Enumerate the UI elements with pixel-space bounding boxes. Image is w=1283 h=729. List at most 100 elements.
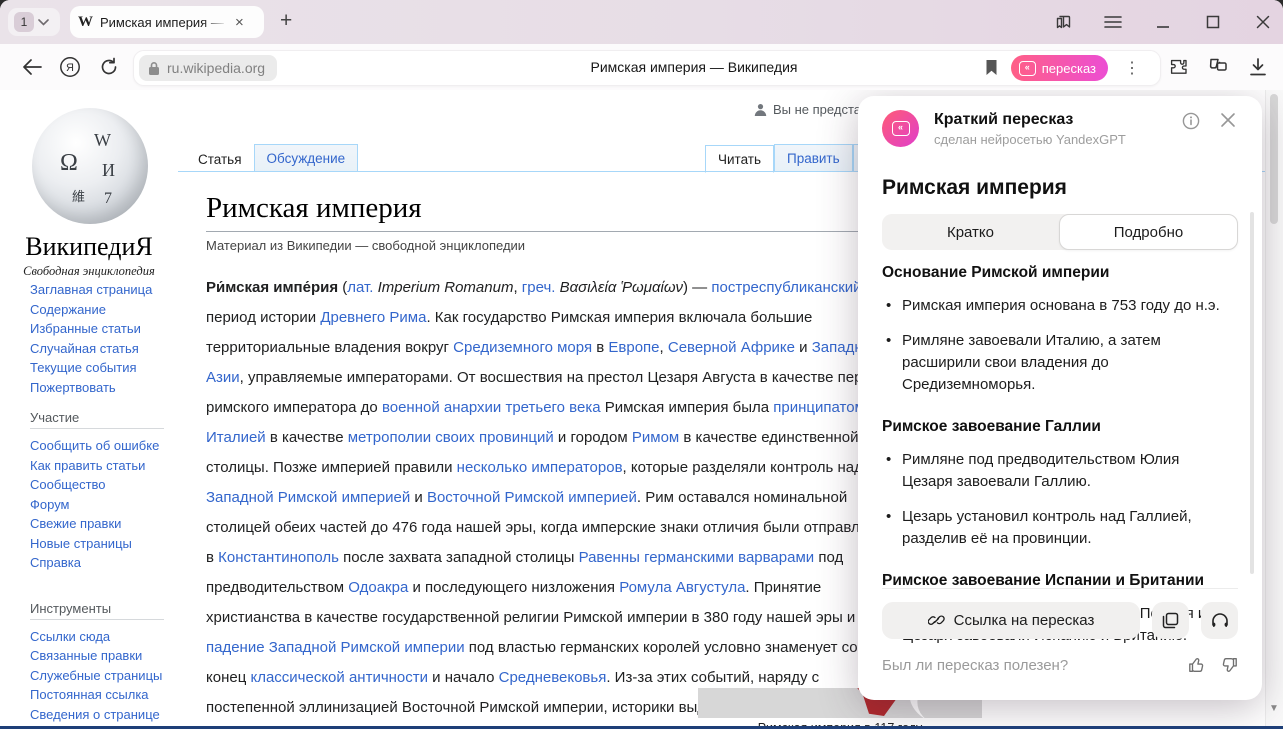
wiki-link[interactable]: постреспубликанский bbox=[711, 279, 861, 296]
sidebar-link[interactable]: Пожертвовать bbox=[30, 378, 178, 398]
url-chip[interactable]: ru.wikipedia.org bbox=[139, 55, 277, 81]
thumbs-up-icon[interactable] bbox=[1188, 656, 1206, 674]
tab-strip: 1 W Римская империя — В × + bbox=[0, 0, 1283, 44]
sidebar-link[interactable]: Служебные страницы bbox=[30, 666, 178, 686]
side-panels-icon[interactable] bbox=[1053, 12, 1073, 32]
address-bar[interactable]: ru.wikipedia.org Римская империя — Викип… bbox=[133, 50, 1161, 86]
sidebar-link[interactable]: Случайная статья bbox=[30, 339, 178, 359]
wiki-link[interactable]: лат. bbox=[347, 279, 373, 296]
browser-menu-icon[interactable] bbox=[1103, 12, 1123, 32]
article-text: и начало bbox=[428, 669, 499, 686]
sidebar-link[interactable]: Ссылки сюда bbox=[30, 627, 178, 647]
article-tab[interactable]: Статья bbox=[186, 145, 254, 173]
summary-section-heading: Римское завоевание Галлии bbox=[882, 418, 1230, 436]
wiki-link[interactable]: Ромула Августула bbox=[619, 579, 745, 596]
wiki-link[interactable]: принципатом bbox=[773, 399, 865, 416]
article-tab[interactable]: Читать bbox=[705, 145, 774, 173]
article-tab[interactable]: Править bbox=[774, 144, 853, 172]
sidebar-link[interactable]: Новые страницы bbox=[30, 534, 178, 554]
summary-bubble-icon: « bbox=[1019, 61, 1036, 76]
downloads-icon[interactable] bbox=[1246, 55, 1270, 79]
wiki-link[interactable]: классической античности bbox=[250, 669, 428, 686]
summary-mode-selected[interactable]: Подробно bbox=[1059, 214, 1238, 250]
wiki-link[interactable]: Средневековья bbox=[499, 669, 607, 686]
article-tab[interactable]: Обсуждение bbox=[254, 144, 359, 172]
browser-window: 1 W Римская империя — В × + bbox=[0, 0, 1283, 729]
tab-group-button[interactable]: 1 bbox=[8, 8, 60, 36]
browser-tab[interactable]: W Римская империя — В × bbox=[70, 6, 264, 38]
article-text: , bbox=[660, 339, 668, 356]
collections-icon[interactable] bbox=[1206, 55, 1230, 79]
new-tab-button[interactable]: + bbox=[280, 9, 292, 33]
sidebar-link[interactable]: Заглавная страница bbox=[30, 280, 178, 300]
article-text: в качестве bbox=[266, 429, 348, 446]
thumbs-down-icon[interactable] bbox=[1220, 656, 1238, 674]
summary-bullet: Римляне под предводительством Юлия Цезар… bbox=[882, 449, 1230, 493]
wiki-link[interactable]: Западной Римской империей bbox=[206, 489, 410, 506]
wikipedia-logo[interactable]: Ω W И 7 維 bbox=[32, 108, 148, 224]
more-options-icon[interactable]: ⋮ bbox=[1124, 58, 1140, 78]
wiki-link[interactable]: Восточной Римской империей bbox=[427, 489, 637, 506]
sidebar-link[interactable]: Текущие события bbox=[30, 358, 178, 378]
page-title: Римская империя — Википедия bbox=[414, 59, 974, 75]
wiki-link[interactable]: германскими варварами bbox=[644, 549, 814, 566]
wiki-link[interactable]: греч. bbox=[522, 279, 556, 296]
wiki-link[interactable]: Северной Африке bbox=[668, 339, 795, 356]
bookmark-icon[interactable] bbox=[985, 59, 998, 76]
scrollbar-thumb[interactable] bbox=[1270, 94, 1278, 224]
panel-close-icon[interactable] bbox=[1220, 112, 1236, 128]
wiki-link[interactable]: военной анархии третьего века bbox=[382, 399, 601, 416]
summary-mode-option[interactable]: Кратко bbox=[882, 214, 1059, 250]
panel-title: Краткий пересказ bbox=[934, 111, 1126, 129]
reload-icon[interactable] bbox=[97, 55, 121, 79]
tab-close-icon[interactable]: × bbox=[235, 15, 244, 30]
extensions-puzzle-icon[interactable] bbox=[1166, 55, 1190, 79]
window-maximize-icon[interactable] bbox=[1203, 12, 1223, 32]
sidebar-link[interactable]: Сообщить об ошибке bbox=[30, 436, 178, 456]
window-minimize-icon[interactable] bbox=[1153, 12, 1173, 32]
sidebar-link[interactable]: Свежие правки bbox=[30, 514, 178, 534]
lock-icon bbox=[148, 61, 160, 76]
wiki-link[interactable]: Италией bbox=[206, 429, 266, 446]
sidebar-link[interactable]: Сообщество bbox=[30, 475, 178, 495]
panel-scrollbar-thumb[interactable] bbox=[1250, 212, 1254, 574]
copy-summary-button[interactable] bbox=[1152, 602, 1189, 639]
summary-bullet: Цезарь установил контроль над Галлией, р… bbox=[882, 506, 1230, 550]
wikipedia-favicon: W bbox=[78, 14, 93, 31]
wiki-link[interactable]: Одоакра bbox=[348, 579, 408, 596]
summary-bullet-list: Римская империя основана в 753 году до н… bbox=[882, 295, 1230, 396]
summarize-button[interactable]: « пересказ bbox=[1011, 55, 1108, 81]
wiki-link[interactable]: Древнего Рима bbox=[320, 309, 426, 326]
tab-count-badge: 1 bbox=[14, 12, 34, 32]
wiki-link[interactable]: Средиземного моря bbox=[453, 339, 592, 356]
sidebar-link[interactable]: Форум bbox=[30, 495, 178, 515]
sidebar-link[interactable]: Сведения о странице bbox=[30, 705, 178, 725]
wiki-wordmark[interactable]: ВикипедиЯ bbox=[0, 232, 178, 262]
sidebar-link[interactable]: Связанные правки bbox=[30, 646, 178, 666]
wiki-link[interactable]: Константинополь bbox=[218, 549, 339, 566]
summary-section-heading: Основание Римской империи bbox=[882, 264, 1230, 282]
sidebar-section-title: Инструменты bbox=[30, 601, 164, 620]
window-close-icon[interactable] bbox=[1253, 12, 1273, 32]
back-icon[interactable] bbox=[20, 55, 44, 79]
article-text: и городом bbox=[554, 429, 632, 446]
sidebar-link[interactable]: Постоянная ссылка bbox=[30, 685, 178, 705]
sidebar-link[interactable]: Избранные статьи bbox=[30, 319, 178, 339]
scrollbar-down-arrow[interactable]: ▼ bbox=[1269, 703, 1279, 714]
wiki-link[interactable]: Римом bbox=[632, 429, 679, 446]
summary-link-button[interactable]: Ссылка на пересказ bbox=[882, 602, 1140, 639]
summary-article-title: Римская империя bbox=[882, 176, 1067, 200]
sidebar-link[interactable]: Как править статьи bbox=[30, 456, 178, 476]
page-scrollbar[interactable]: ▼ bbox=[1265, 90, 1283, 726]
wiki-link[interactable]: метрополии своих провинций bbox=[348, 429, 554, 446]
sidebar-link[interactable]: Справка bbox=[30, 553, 178, 573]
wiki-link[interactable]: Европе bbox=[608, 339, 659, 356]
wiki-link[interactable]: Равенны bbox=[579, 549, 640, 566]
yandex-home-icon[interactable]: Я bbox=[58, 55, 82, 79]
article-text: ) — bbox=[683, 279, 711, 296]
info-icon[interactable] bbox=[1182, 112, 1200, 130]
listen-summary-button[interactable] bbox=[1201, 602, 1238, 639]
wiki-link[interactable]: несколько императоров bbox=[457, 459, 623, 476]
wiki-link[interactable]: падение Западной Римской империи bbox=[206, 639, 465, 656]
sidebar-link[interactable]: Содержание bbox=[30, 300, 178, 320]
